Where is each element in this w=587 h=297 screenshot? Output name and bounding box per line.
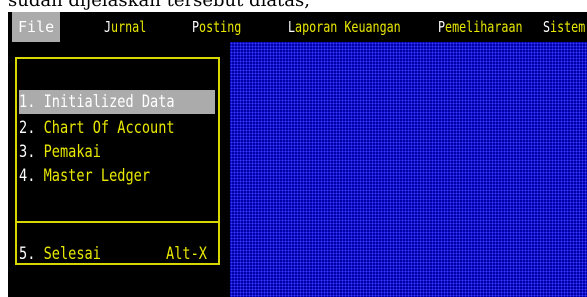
exit-shortcut-label: Alt-X	[166, 244, 207, 264]
menu-item-chart-of-account[interactable]: 2. Chart Of Account	[19, 116, 175, 140]
menu-file[interactable]: File	[12, 12, 61, 42]
menu-sistem[interactable]: Sistem	[543, 12, 585, 42]
document-caption: sudah dijelaskan tersebut diatas,	[8, 0, 310, 11]
menu-item-master-ledger[interactable]: 4. Master Ledger	[19, 164, 150, 188]
menu-pemeliharaan[interactable]: Pemeliharaan	[438, 12, 523, 42]
menu-laporan-keuangan[interactable]: Laporan Keuangan	[288, 12, 401, 42]
menu-item-initialized-data[interactable]: 1. Initialized Data	[19, 90, 215, 114]
menu-item-selesai[interactable]: 5. Selesai Alt-X	[19, 242, 215, 266]
menu-bar: File Jurnal Posting Laporan Keuangan Pem…	[8, 12, 587, 42]
file-dropdown-menu: 1. Initialized Data 2. Chart Of Account …	[8, 42, 230, 297]
menu-posting[interactable]: Posting	[192, 12, 241, 42]
dos-app-screen: File Jurnal Posting Laporan Keuangan Pem…	[8, 12, 587, 297]
menu-separator	[15, 221, 220, 223]
menu-jurnal[interactable]: Jurnal	[104, 12, 146, 42]
menu-item-pemakai[interactable]: 3. Pemakai	[19, 140, 101, 164]
